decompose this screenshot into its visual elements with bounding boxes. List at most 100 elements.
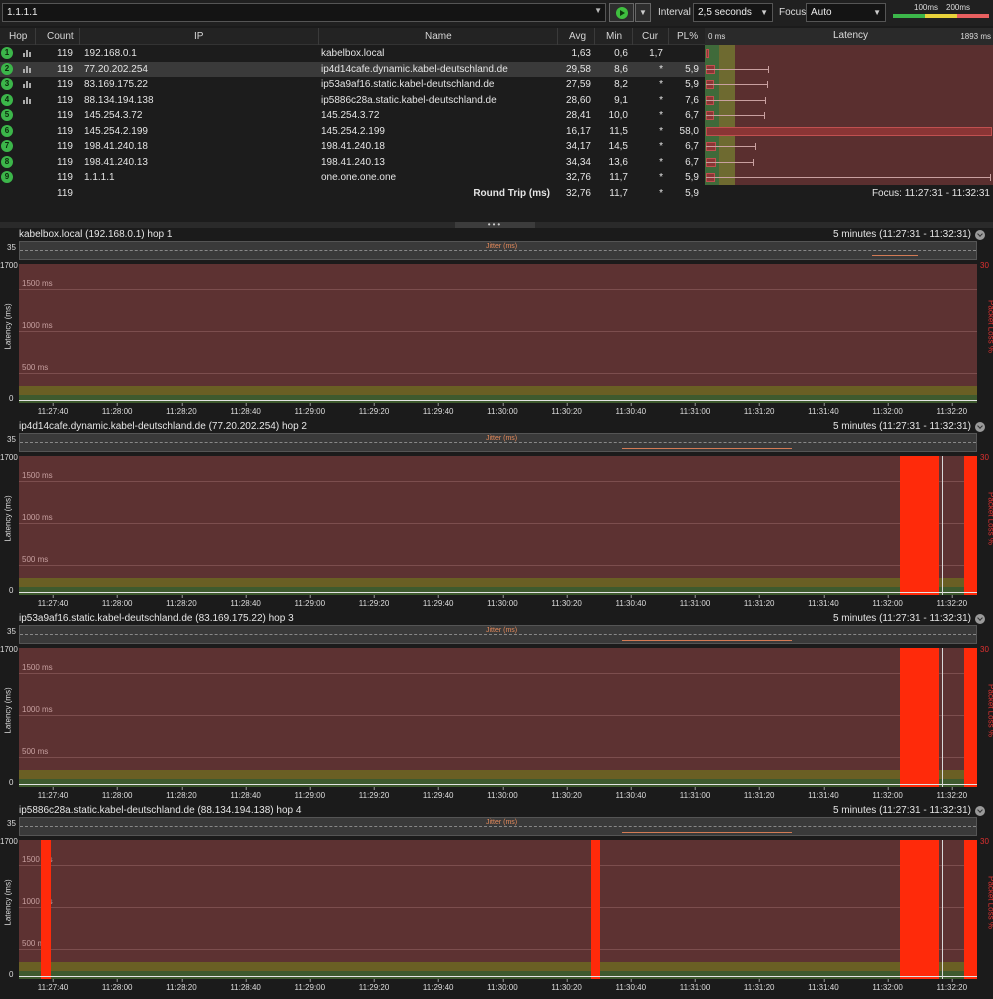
table-row[interactable]: 6 119 145.254.2.199 145.254.2.199 16,17 11,5 *… (0, 124, 705, 139)
col-pl[interactable]: PL% (677, 31, 698, 42)
x-tick-label: 11:32:00 (872, 787, 903, 800)
grid-label: 1500 ms (22, 663, 53, 672)
collapse-chevron-icon[interactable] (975, 230, 985, 240)
col-hop[interactable]: Hop (9, 31, 27, 42)
table-row[interactable]: 7 119 198.41.240.18 198.41.240.18 34,17 14,5 *… (0, 139, 705, 154)
cell-count: 119 (57, 172, 73, 183)
cell-ip: 1.1.1.1 (84, 172, 115, 183)
start-options-dropdown[interactable]: ▼ (635, 3, 651, 22)
x-tick-label: 11:30:00 (487, 403, 518, 416)
collapse-chevron-icon[interactable] (975, 806, 985, 816)
x-tick-label: 11:29:40 (422, 787, 454, 800)
grid-line (19, 481, 977, 482)
toolbar: 1.1.1.1 ▼ ▼ Interval 2,5 seconds ▼ Focus… (0, 0, 993, 26)
x-tick-label: 11:28:20 (166, 979, 197, 992)
packet-loss-bar (964, 840, 977, 979)
latency-range-whisker (706, 112, 766, 119)
collapse-chevron-icon[interactable] (975, 614, 985, 624)
chevron-down-icon[interactable]: ▼ (594, 6, 602, 15)
x-tick-label: 11:31:20 (743, 979, 775, 992)
cell-avg: 34,17 (565, 141, 591, 152)
cell-min: 0,6 (614, 48, 628, 59)
packet-loss-bar (41, 840, 51, 979)
latency-chart[interactable]: 1500 ms 1000 ms 500 ms (19, 456, 977, 595)
jitter-max-label: 35 (7, 243, 16, 252)
x-tick-label: 11:31:40 (808, 595, 839, 608)
x-tick-label: 11:31:00 (679, 979, 711, 992)
table-row[interactable]: 8 119 198.41.240.13 198.41.240.13 34,34 13,6 *… (0, 155, 705, 170)
x-tick-label: 11:30:20 (551, 595, 582, 608)
start-trace-button[interactable] (609, 3, 634, 22)
cell-ip: 77.20.202.254 (84, 63, 148, 75)
rt-min: 11,7 (609, 188, 628, 199)
col-name[interactable]: Name (425, 31, 452, 42)
focus-marker[interactable] (942, 648, 943, 787)
jitter-max-label: 35 (7, 819, 16, 828)
table-row[interactable]: 3 119 83.169.175.22 ip53a9af16.static.kabel… (0, 77, 705, 92)
hop-chart-panel: kabelbox.local (192.168.0.1) hop 1 5 minu… (0, 228, 993, 420)
col-ip[interactable]: IP (194, 31, 203, 42)
bar-chart-icon[interactable] (23, 50, 32, 57)
x-tick-label: 11:32:20 (936, 787, 968, 800)
x-tick-label: 11:32:20 (936, 403, 968, 416)
hop-number-badge: 4 (1, 93, 13, 106)
hop-number-badge: 3 (1, 78, 13, 90)
col-min[interactable]: Min (606, 31, 622, 42)
hop-number-badge: 8 (1, 155, 13, 168)
x-axis: 11:27:40 11:28:00 11:28:20 11:28:40 11:29:00… (19, 979, 977, 995)
focus-marker[interactable] (942, 840, 943, 979)
cell-avg: 28,60 (565, 94, 591, 106)
legend-good-bar (893, 14, 925, 18)
latency-chart[interactable]: 1500 ms 1000 ms 500 ms (19, 648, 977, 787)
hop-number-badge: 5 (1, 109, 13, 121)
grid-line (19, 523, 977, 524)
warn-band (19, 770, 977, 779)
legend-200ms: 200ms (946, 3, 971, 12)
y-max-label: 1700 (0, 645, 18, 654)
y-min-label: 0 (9, 778, 14, 787)
y-min-label: 0 (9, 970, 14, 979)
bar-chart-icon[interactable] (23, 96, 32, 104)
col-avg[interactable]: Avg (569, 31, 586, 42)
legend-bad-bar (957, 14, 989, 18)
y-axis-title: Latency (ms) (3, 303, 13, 350)
hop-chart-title: ip4d14cafe.dynamic.kabel-deutschland.de … (19, 421, 307, 432)
focus-value: Auto (811, 7, 832, 18)
cell-min: 11,5 (609, 125, 628, 137)
focus-marker[interactable] (942, 456, 943, 595)
table-row[interactable]: 5 119 145.254.3.72 145.254.3.72 28,41 10,0 * 6,… (0, 108, 705, 123)
table-row[interactable]: 2 119 77.20.202.254 ip4d14cafe.dynamic.kabe… (0, 61, 705, 77)
latency-chart[interactable]: 1500 ms 1000 ms 500 ms (19, 840, 977, 979)
y-axis-title: Latency (ms) (3, 687, 13, 734)
col-latency[interactable]: Latency (833, 30, 868, 41)
x-tick-label: 11:29:00 (294, 403, 326, 416)
bar-chart-icon[interactable] (23, 65, 32, 73)
jitter-label: Jitter (ms) (486, 435, 518, 442)
bar-chart-icon[interactable] (23, 81, 32, 88)
col-count[interactable]: Count (47, 31, 74, 42)
latency-chart[interactable]: 1500 ms 1000 ms 500 ms (19, 264, 977, 403)
hop-chart-panel: ip4d14cafe.dynamic.kabel-deutschland.de … (0, 420, 993, 612)
cell-name: 198.41.240.13 (321, 156, 385, 168)
cell-cur: * (659, 94, 663, 106)
hop-number-badge: 2 (1, 62, 13, 75)
x-tick-label: 11:32:00 (872, 979, 903, 992)
col-cur[interactable]: Cur (642, 31, 658, 42)
table-row[interactable]: 9 119 1.1.1.1 one.one.one.one 32,76 11,7 * 5,9 (0, 170, 705, 185)
x-axis: 11:27:40 11:28:00 11:28:20 11:28:40 11:29:00… (19, 403, 977, 419)
x-tick-label: 11:32:00 (872, 595, 903, 608)
cell-min: 8,6 (614, 63, 628, 75)
cell-ip: 145.254.2.199 (84, 125, 148, 137)
cell-min: 10,0 (608, 110, 628, 121)
target-host-input[interactable]: 1.1.1.1 ▼ (2, 3, 606, 22)
table-row[interactable]: 4 119 88.134.194.138 ip5886c28a.static.kabe… (0, 93, 705, 108)
x-tick-label: 11:32:20 (936, 595, 968, 608)
interval-select[interactable]: 2,5 seconds ▼ (693, 3, 773, 22)
cell-min: 8,2 (614, 79, 628, 90)
hop-chart-title: ip5886c28a.static.kabel-deutschland.de (… (19, 805, 302, 816)
cell-min: 9,1 (614, 94, 628, 106)
table-row[interactable]: 1 119 192.168.0.1 kabelbox.local 1,63 0,6 1,7 (0, 46, 705, 61)
collapse-chevron-icon[interactable] (975, 422, 985, 432)
focus-select[interactable]: Auto ▼ (806, 3, 886, 22)
packet-loss-bar (590, 840, 601, 979)
